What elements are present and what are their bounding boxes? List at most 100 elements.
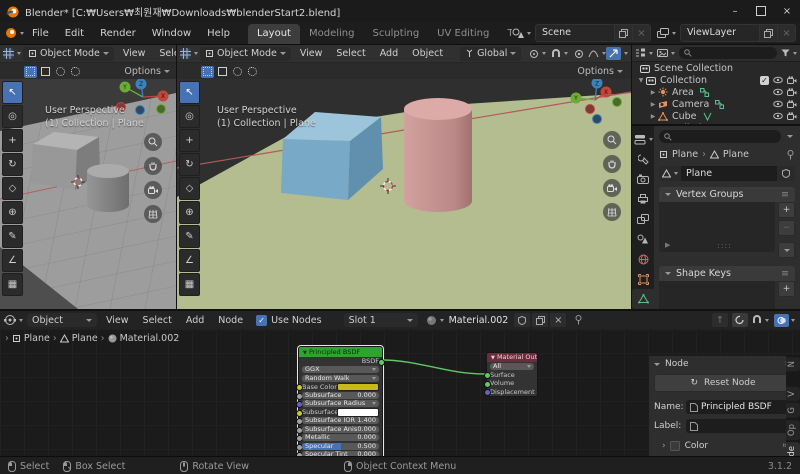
select-menu[interactable]: Select — [329, 48, 372, 59]
menu-render[interactable]: Render — [92, 28, 144, 39]
mode-dropdown[interactable]: Object Mode — [23, 46, 114, 61]
color-checkbox[interactable] — [669, 441, 680, 451]
displacement-input[interactable]: Displacement — [484, 388, 537, 396]
list-resize-handle[interactable]: :::: — [717, 241, 732, 250]
proportional-falloff-icon[interactable] — [588, 49, 607, 58]
new-viewlayer-button[interactable] — [760, 24, 778, 42]
select-box-tool[interactable] — [216, 66, 229, 78]
annotate-tool-button[interactable]: ✎ — [179, 225, 200, 248]
material-icon[interactable] — [426, 315, 444, 326]
node-header[interactable]: ▼ Principled BSDF — [299, 347, 382, 357]
material-name[interactable]: Material.002 — [449, 315, 509, 326]
breadcrumb-material[interactable]: Material.002 — [120, 333, 180, 344]
tab-view-layer[interactable] — [632, 209, 654, 229]
new-scene-button[interactable] — [615, 24, 633, 42]
filter-id-icon[interactable] — [657, 48, 675, 58]
sidebar-tab-g[interactable]: G — [786, 403, 800, 418]
disable-render-icon[interactable] — [787, 112, 797, 120]
properties-editor-type-icon[interactable] — [632, 129, 654, 149]
snapping-icon[interactable] — [752, 315, 769, 325]
view-menu[interactable]: View — [99, 315, 136, 326]
subsurface-anisotropy-row[interactable]: Subsurface Anisotropy0.000 — [296, 425, 382, 434]
scene-name[interactable]: Scene — [535, 24, 615, 42]
cursor-tool-button[interactable]: ◎ — [179, 105, 200, 128]
minimize-button[interactable]: – — [722, 0, 748, 22]
filter-funnel-icon[interactable] — [781, 49, 797, 57]
mesh-selector-dropdown[interactable] — [659, 166, 681, 181]
select-circle-tool[interactable] — [54, 66, 67, 78]
menu-edit[interactable]: Edit — [57, 28, 92, 39]
material-slot-dropdown[interactable]: Slot 1 — [343, 313, 418, 327]
sidebar-tab-op[interactable]: Op — [786, 419, 800, 440]
node-menu[interactable]: Node — [211, 315, 250, 326]
sidebar-tab-node[interactable]: Node — [786, 441, 800, 456]
hide-eye-icon[interactable] — [773, 112, 783, 120]
outliner-search-input[interactable] — [679, 47, 777, 59]
panel-menu-icon[interactable]: ≡ — [781, 189, 789, 200]
use-nodes-checkbox[interactable]: ✓ — [256, 314, 268, 326]
vertex-group-specials-button[interactable] — [778, 242, 795, 258]
move-tool-button[interactable]: + — [179, 129, 200, 152]
vertex-groups-list[interactable]: ▶ :::: — [659, 202, 775, 252]
list-expand-icon[interactable]: ▶ — [665, 241, 670, 249]
outliner-row-scene-collection[interactable]: Scene Collection — [632, 62, 800, 74]
options-dropdown[interactable]: Options — [124, 66, 170, 77]
transform-orientation-dropdown[interactable]: Global — [460, 46, 522, 61]
metallic-row[interactable]: Metallic 0.000 — [296, 434, 382, 442]
output-bsdf[interactable]: BSDF — [299, 357, 385, 366]
overlays-toggle-icon[interactable] — [774, 313, 789, 327]
specular-row[interactable]: Specular 0.500 — [296, 442, 382, 451]
tab-texture-paint[interactable]: Texture Paint — [498, 24, 512, 44]
node-name-field[interactable]: Principled BSDF — [686, 400, 792, 414]
outliner-row-area[interactable]: ▶ Area — [632, 86, 800, 98]
snap-magnet-icon[interactable] — [551, 48, 569, 59]
base-color-swatch[interactable] — [337, 382, 379, 391]
subsurface-color-swatch[interactable] — [337, 408, 379, 417]
input-socket[interactable] — [296, 384, 303, 391]
add-shape-key-button[interactable]: + — [778, 281, 795, 297]
tab-object-data[interactable] — [632, 289, 654, 309]
hide-eye-icon[interactable] — [773, 100, 783, 108]
principled-bsdf-node[interactable]: ▼ Principled BSDF BSDF GGX Random Walk B… — [296, 346, 385, 456]
menu-window[interactable]: Window — [144, 28, 199, 39]
delete-scene-button[interactable]: × — [633, 24, 651, 42]
tab-modeling[interactable]: Modeling — [300, 24, 364, 44]
select-box-button[interactable]: ↖ — [179, 81, 200, 104]
cursor-tool-button[interactable]: ◎ — [2, 105, 23, 128]
breadcrumb-data[interactable]: Plane — [72, 333, 98, 344]
object-menu[interactable]: Object — [405, 48, 450, 59]
subsurface-ior-row[interactable]: Subsurface IOR 1.400 — [296, 417, 382, 425]
tab-layout[interactable]: Layout — [247, 24, 300, 44]
unlink-material-icon[interactable]: × — [550, 313, 567, 327]
expand-icon[interactable]: ▶ — [648, 89, 658, 96]
select-box-button[interactable]: ↖ — [2, 81, 23, 104]
snap-target-icon[interactable] — [529, 49, 547, 59]
expand-icon[interactable]: ▼ — [636, 77, 646, 84]
hide-eye-icon[interactable] — [773, 88, 783, 96]
surface-input[interactable]: Surface — [484, 371, 537, 379]
parent-node-tree-icon[interactable]: ↑ — [712, 313, 728, 327]
node-label-field[interactable] — [686, 419, 792, 433]
scene-icon[interactable] — [512, 28, 531, 39]
reset-node-button[interactable]: ↻ Reset Node — [654, 374, 792, 392]
add-menu[interactable]: Add — [179, 315, 211, 326]
duplicate-material-icon[interactable] — [532, 313, 549, 327]
select-box-tool[interactable] — [39, 66, 52, 78]
remove-vertex-group-button[interactable]: − — [778, 220, 795, 236]
sidebar-tab-v[interactable]: V — [786, 387, 800, 402]
collection-checkbox[interactable]: ✓ — [760, 75, 769, 85]
zoom-button[interactable] — [603, 131, 621, 149]
subsurface-row[interactable]: Subsurface 0.000 — [296, 391, 382, 400]
node-panel-header[interactable]: Node ≡ — [654, 359, 792, 369]
pan-button[interactable] — [603, 155, 621, 173]
input-socket[interactable] — [484, 389, 491, 396]
outliner-row-cube[interactable]: ▶ Cube — [632, 110, 800, 122]
scale-tool-button[interactable]: ◇ — [2, 177, 23, 200]
viewport-3d-left[interactable]: Object Mode View Select Add Options — [0, 45, 176, 309]
measure-tool-button[interactable]: ∠ — [179, 249, 200, 272]
outliner-row-camera[interactable]: ▶ Camera — [632, 98, 800, 110]
view-menu[interactable]: View — [116, 48, 153, 59]
vertex-groups-header[interactable]: Vertex Groups ≡ — [659, 187, 795, 202]
options-dropdown[interactable]: Options — [577, 66, 623, 77]
add-cube-tool-button[interactable]: ▦ — [179, 273, 200, 296]
